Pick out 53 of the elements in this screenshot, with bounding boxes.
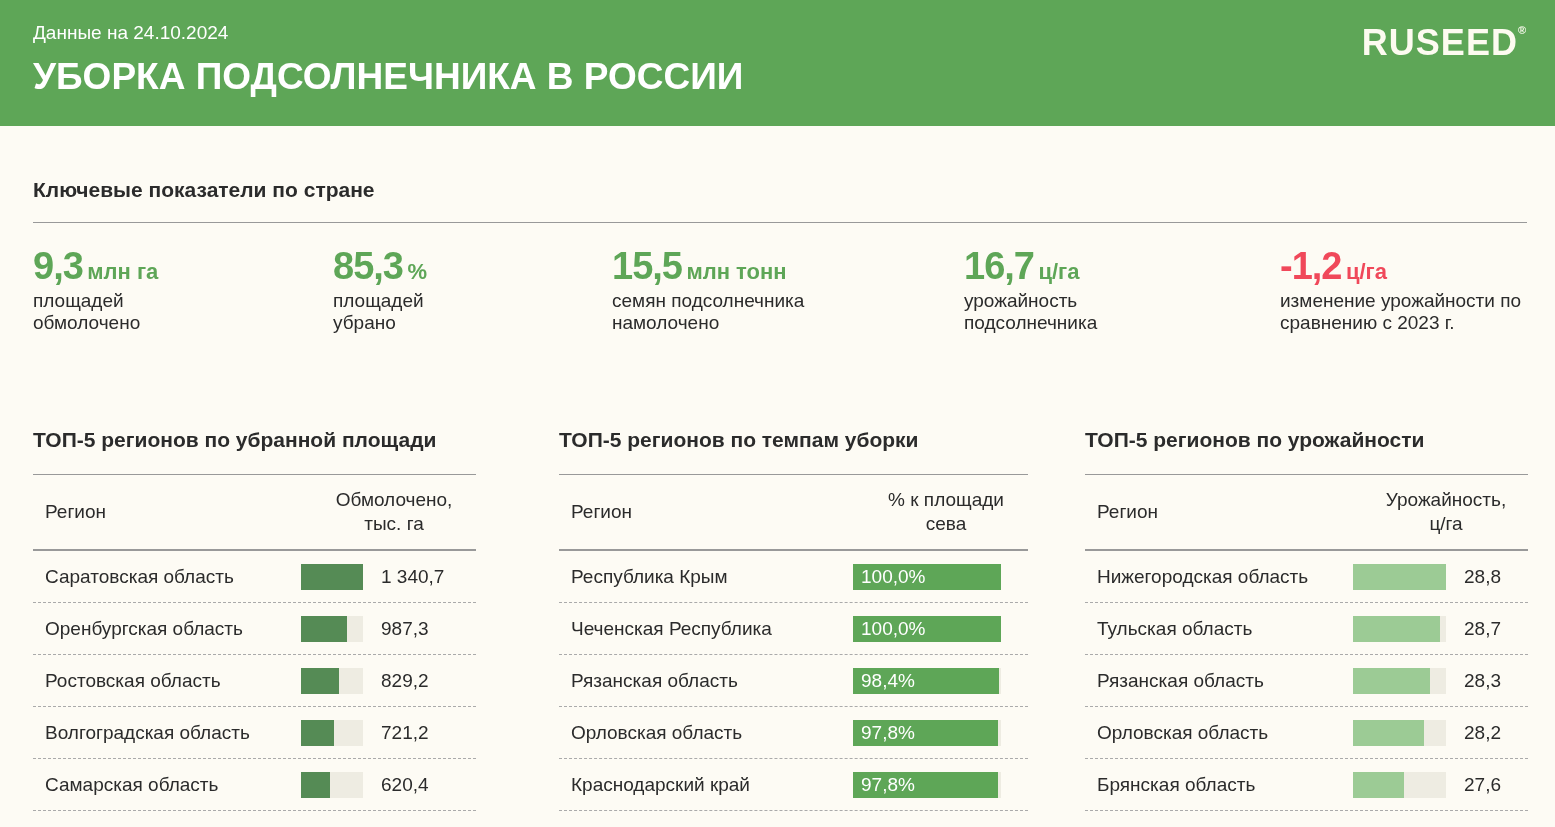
region-cell-text: Орловская область — [571, 721, 744, 744]
kpi-value: 85,3% — [333, 245, 428, 288]
column-header: Обмолочено, тыс. га — [334, 488, 454, 536]
data-date: Данные на 24.10.2024 — [33, 22, 230, 44]
value-cell: 28,8 — [1464, 565, 1501, 588]
column-header: Регион — [1097, 501, 1158, 523]
value-cell: 721,2 — [381, 721, 429, 744]
progress-bar: 100,0% — [853, 563, 1001, 590]
region-cell-text: Оренбургская область — [45, 617, 244, 640]
region-cell-text: Республика Крым — [571, 565, 729, 588]
kpi-value: 9,3 млн га — [33, 245, 160, 288]
column-header: Регион — [45, 501, 106, 523]
value-cell: 28,2 — [1464, 721, 1501, 744]
value-cell: 987,3 — [381, 617, 429, 640]
column-header: Регион — [571, 501, 632, 523]
column-header: % к площади сева — [887, 488, 1005, 536]
value-cell: 620,4 — [381, 773, 429, 796]
kpi-label: площадей убрано — [333, 290, 425, 334]
table-title: ТОП-5 регионов по убранной площади — [33, 428, 476, 475]
value-cell: 28,3 — [1464, 669, 1501, 692]
logo: RUSEED$^{®}$ — [1361, 22, 1527, 62]
region-cell-text: Краснодарский край — [571, 773, 751, 796]
progress-bar: 97,8% — [853, 771, 998, 798]
value-cell: 27,6 — [1464, 773, 1501, 796]
region-cell-text: Нижегородская область — [1097, 565, 1310, 588]
value-cell: 829,2 — [381, 669, 429, 692]
column-header: Урожайность, ц/га — [1384, 488, 1508, 536]
progress-bar: 100,0% — [853, 615, 1001, 642]
kpi-label: площадей обмолочено — [33, 290, 142, 334]
region-cell-text: Тульская область — [1097, 617, 1254, 640]
kpi-label: семян подсолнечника намолочено — [612, 290, 806, 334]
region-cell-text: Рязанская область — [1097, 669, 1265, 692]
region-cell-text: Ростовская область — [45, 669, 222, 692]
section-title: Ключевые показатели по стране — [33, 178, 1527, 223]
region-cell-text: Волгоградская область — [45, 721, 251, 744]
progress-bar: 98,4% — [853, 667, 999, 694]
value-cell: 1 340,7 — [381, 565, 445, 588]
kpi-label: урожайность подсолнечника — [964, 290, 1099, 334]
table-title: ТОП-5 регионов по темпам уборки — [559, 428, 1028, 475]
value-cell: 28,7 — [1464, 617, 1501, 640]
page-title: УБОРКА ПОДСОЛНЕЧНИКА В РОССИИ — [33, 56, 744, 98]
progress-bar: 97,8% — [853, 719, 998, 746]
region-cell-text: Рязанская область — [571, 669, 739, 692]
kpi-value: 15,5 млн тонн — [612, 245, 788, 288]
region-cell-text: Самарская область — [45, 773, 220, 796]
region-cell-text: Чеченская Республика — [571, 617, 773, 640]
kpi-value: 16,7 ц/га — [964, 245, 1081, 288]
kpi-value: -1,2 ц/га — [1280, 245, 1388, 288]
region-cell-text: Брянская область — [1097, 773, 1257, 796]
kpi-label: изменение урожайности по сравнению с 2023 г. — [1280, 290, 1523, 334]
table-title: ТОП-5 регионов по урожайности — [1085, 428, 1528, 475]
region-cell-text: Саратовская область — [45, 565, 235, 588]
region-cell-text: Орловская область — [1097, 721, 1270, 744]
